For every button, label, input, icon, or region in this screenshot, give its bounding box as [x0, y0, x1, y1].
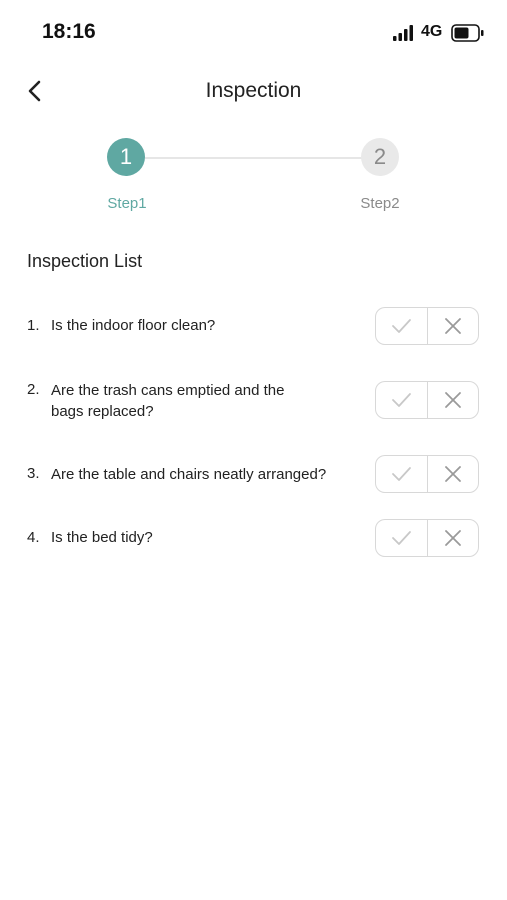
item-number: 3.	[27, 465, 40, 482]
page-title: Inspection	[205, 79, 302, 102]
checkmark-icon	[392, 319, 412, 333]
navigation-header: Inspection	[0, 64, 507, 120]
yes-no-toggle	[375, 307, 479, 345]
checkmark-icon	[392, 393, 412, 407]
item-question: Are the table and chairs neatly arranged…	[51, 466, 327, 483]
signal-icon	[393, 25, 413, 41]
yes-button[interactable]	[376, 308, 428, 344]
checkmark-icon	[392, 467, 412, 481]
no-button[interactable]	[428, 308, 479, 344]
item-question: Is the indoor floor clean?	[51, 317, 216, 334]
yes-button[interactable]	[376, 456, 428, 492]
network-label: 4G	[421, 23, 443, 40]
no-button[interactable]	[428, 382, 479, 418]
item-number: 4.	[27, 529, 40, 546]
status-time: 18:16	[42, 20, 96, 43]
yes-no-toggle	[375, 381, 479, 419]
stepper: 1 2 Step1 Step2	[0, 120, 507, 230]
battery-icon	[451, 24, 484, 42]
inspection-list-title: Inspection List	[27, 251, 143, 271]
step-2-label: Step2	[360, 195, 400, 212]
step-connector-line	[145, 157, 363, 159]
step-1-indicator: 1	[107, 138, 145, 176]
item-number: 2.	[27, 381, 40, 398]
yes-button[interactable]	[376, 382, 428, 418]
step-2-indicator: 2	[361, 138, 399, 176]
inspection-screen: 18:16 4G Inspection 1 2 Step1 Step2 Insp	[0, 0, 507, 900]
item-question: Is the bed tidy?	[51, 529, 153, 546]
no-button[interactable]	[428, 456, 479, 492]
yes-no-toggle	[375, 519, 479, 557]
cross-icon	[444, 466, 461, 482]
cross-icon	[444, 530, 461, 546]
step-1-label: Step1	[107, 195, 147, 212]
item-question: Are the trash cans emptied and the bags …	[51, 382, 285, 420]
yes-no-toggle	[375, 455, 479, 493]
status-bar: 18:16 4G	[0, 0, 507, 64]
cross-icon	[444, 318, 461, 334]
cross-icon	[444, 392, 461, 408]
yes-button[interactable]	[376, 520, 428, 556]
item-number: 1.	[27, 317, 40, 334]
no-button[interactable]	[428, 520, 479, 556]
checkmark-icon	[392, 531, 412, 545]
